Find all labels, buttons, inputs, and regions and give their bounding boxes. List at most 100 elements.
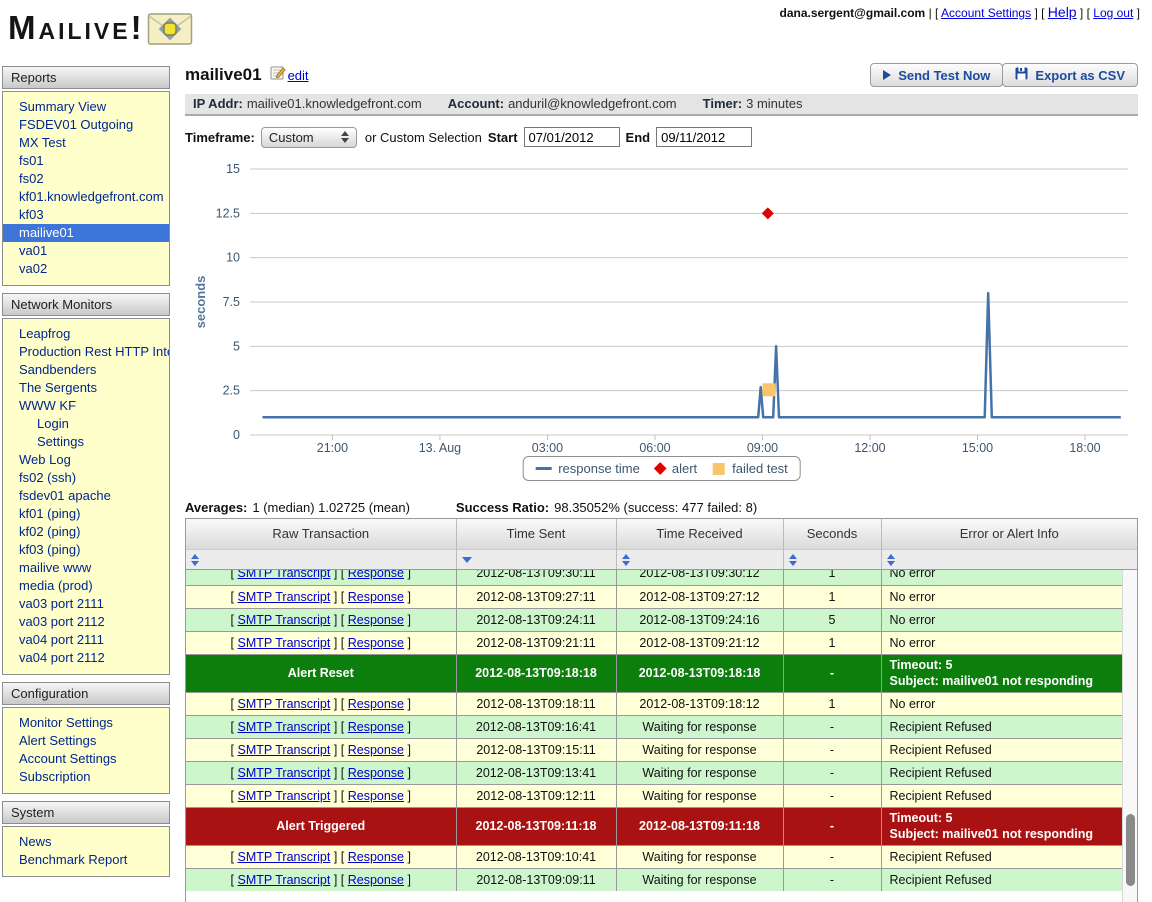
sort-control-raw-transaction[interactable] (186, 549, 456, 569)
sort-desc-icon (462, 557, 472, 563)
sort-control-error-or-alert-info[interactable] (881, 549, 1137, 569)
sidebar-item-kf01-ping-[interactable]: kf01 (ping) (3, 505, 169, 523)
page-title: mailive01 (185, 65, 262, 85)
end-date-input[interactable] (656, 127, 752, 147)
edit-monitor-control[interactable]: edit (270, 65, 309, 86)
sidebar-item-benchmark-report[interactable]: Benchmark Report (3, 851, 169, 869)
sidebar-item-account-settings[interactable]: Account Settings (3, 750, 169, 768)
sidebar-item-va03-port-2111[interactable]: va03 port 2111 (3, 595, 169, 613)
sidebar-item-login[interactable]: Login (3, 415, 169, 433)
sidebar-item-va03-port-2112[interactable]: va03 port 2112 (3, 613, 169, 631)
smtp-transcript-link[interactable]: SMTP Transcript (237, 766, 330, 780)
sidebar-item-www-kf[interactable]: WWW KF (3, 397, 169, 415)
time-received-cell: Waiting for response (616, 738, 783, 761)
sidebar-item-fs01[interactable]: fs01 (3, 152, 169, 170)
smtp-transcript-link[interactable]: SMTP Transcript (237, 873, 330, 887)
response-link[interactable]: Response (348, 569, 404, 580)
table-row: [ SMTP Transcript ] [ Response ]2012-08-… (186, 569, 1122, 585)
sidebar-item-va01[interactable]: va01 (3, 242, 169, 260)
sidebar-item-fsdev01-outgoing[interactable]: FSDEV01 Outgoing (3, 116, 169, 134)
response-link[interactable]: Response (348, 766, 404, 780)
legend-line-icon (535, 467, 551, 470)
sidebar-item-web-log[interactable]: Web Log (3, 451, 169, 469)
sort-control-time-received[interactable] (616, 549, 783, 569)
time-sent-cell: 2012-08-13T09:18:18 (456, 654, 616, 692)
response-link[interactable]: Response (348, 850, 404, 864)
main-content: mailive01 edit Send Test Now (185, 62, 1138, 902)
table-scrollbar-thumb[interactable] (1126, 814, 1135, 886)
sidebar-item-va02[interactable]: va02 (3, 260, 169, 278)
response-link[interactable]: Response (348, 873, 404, 887)
sidebar-item-kf03-ping-[interactable]: kf03 (ping) (3, 541, 169, 559)
mail-envelope-icon (147, 10, 193, 53)
time-sent-cell: 2012-08-13T09:10:41 (456, 845, 616, 868)
sidebar-item-alert-settings[interactable]: Alert Settings (3, 732, 169, 750)
error-info-cell: Timeout: 5Subject: mailive01 not respond… (881, 654, 1122, 692)
column-header-time-received: Time Received (616, 519, 783, 549)
response-link[interactable]: Response (348, 743, 404, 757)
export-csv-button[interactable]: Export as CSV (1002, 63, 1138, 87)
smtp-transcript-link[interactable]: SMTP Transcript (237, 636, 330, 650)
seconds-cell: - (783, 784, 881, 807)
time-received-cell: Waiting for response (616, 868, 783, 891)
response-link[interactable]: Response (348, 697, 404, 711)
response-link[interactable]: Response (348, 590, 404, 604)
sidebar-item-mailive01[interactable]: mailive01 (3, 224, 169, 242)
smtp-transcript-link[interactable]: SMTP Transcript (237, 569, 330, 580)
time-sent-cell: 2012-08-13T09:11:18 (456, 807, 616, 845)
timeframe-select[interactable]: Custom (261, 127, 357, 148)
time-received-cell: Waiting for response (616, 784, 783, 807)
smtp-transcript-link[interactable]: SMTP Transcript (237, 850, 330, 864)
sidebar-item-kf01-knowledgefront-com[interactable]: kf01.knowledgefront.com (3, 188, 169, 206)
time-sent-cell: 2012-08-13T09:12:11 (456, 784, 616, 807)
help-link[interactable]: Help (1048, 4, 1077, 20)
sidebar-item-va04-port-2111[interactable]: va04 port 2111 (3, 631, 169, 649)
sidebar-item-mx-test[interactable]: MX Test (3, 134, 169, 152)
sidebar-item-news[interactable]: News (3, 833, 169, 851)
sidebar-items: Monitor SettingsAlert SettingsAccount Se… (2, 707, 170, 794)
sidebar-item-fs02[interactable]: fs02 (3, 170, 169, 188)
svg-text:06:00: 06:00 (639, 441, 670, 455)
smtp-transcript-link[interactable]: SMTP Transcript (237, 720, 330, 734)
sidebar-item-kf03[interactable]: kf03 (3, 206, 169, 224)
sidebar-item-va04-port-2112[interactable]: va04 port 2112 (3, 649, 169, 667)
sidebar-item-sandbenders[interactable]: Sandbenders (3, 361, 169, 379)
time-received-cell: 2012-08-13T09:21:12 (616, 631, 783, 654)
sidebar-item-leapfrog[interactable]: Leapfrog (3, 325, 169, 343)
sidebar-item-the-sergents[interactable]: The Sergents (3, 379, 169, 397)
error-info-cell: Recipient Refused (881, 738, 1122, 761)
sort-control-seconds[interactable] (783, 549, 881, 569)
sidebar-item-media-prod-[interactable]: media (prod) (3, 577, 169, 595)
account-settings-link[interactable]: Account Settings (941, 6, 1031, 20)
sidebar-item-settings[interactable]: Settings (3, 433, 169, 451)
start-date-input[interactable] (524, 127, 620, 147)
sidebar-item-fs02-ssh-[interactable]: fs02 (ssh) (3, 469, 169, 487)
sidebar-item-kf02-ping-[interactable]: kf02 (ping) (3, 523, 169, 541)
sidebar-item-production-rest-http-interf[interactable]: Production Rest HTTP Interf (3, 343, 169, 361)
sidebar-item-monitor-settings[interactable]: Monitor Settings (3, 714, 169, 732)
time-received-cell: Waiting for response (616, 715, 783, 738)
edit-link[interactable]: edit (288, 68, 309, 83)
smtp-transcript-link[interactable]: SMTP Transcript (237, 590, 330, 604)
response-link[interactable]: Response (348, 613, 404, 627)
send-test-now-button[interactable]: Send Test Now (870, 63, 1003, 87)
sidebar-item-mailive-www[interactable]: mailive www (3, 559, 169, 577)
smtp-transcript-link[interactable]: SMTP Transcript (237, 697, 330, 711)
seconds-cell: - (783, 761, 881, 784)
smtp-transcript-link[interactable]: SMTP Transcript (237, 613, 330, 627)
smtp-transcript-link[interactable]: SMTP Transcript (237, 789, 330, 803)
table-scrollbar[interactable] (1122, 570, 1137, 902)
response-link[interactable]: Response (348, 789, 404, 803)
smtp-transcript-link[interactable]: SMTP Transcript (237, 743, 330, 757)
sidebar-item-summary-view[interactable]: Summary View (3, 98, 169, 116)
sort-control-time-sent[interactable] (456, 549, 616, 569)
sidebar-item-fsdev01-apache[interactable]: fsdev01 apache (3, 487, 169, 505)
response-link[interactable]: Response (348, 636, 404, 650)
sidebar-item-subscription[interactable]: Subscription (3, 768, 169, 786)
svg-text:2.5: 2.5 (223, 384, 240, 398)
log-out-link[interactable]: Log out (1093, 6, 1133, 20)
response-link[interactable]: Response (348, 720, 404, 734)
error-info-cell: Recipient Refused (881, 845, 1122, 868)
sort-both-icon (789, 554, 797, 566)
time-received-cell: 2012-08-13T09:30:12 (616, 569, 783, 585)
